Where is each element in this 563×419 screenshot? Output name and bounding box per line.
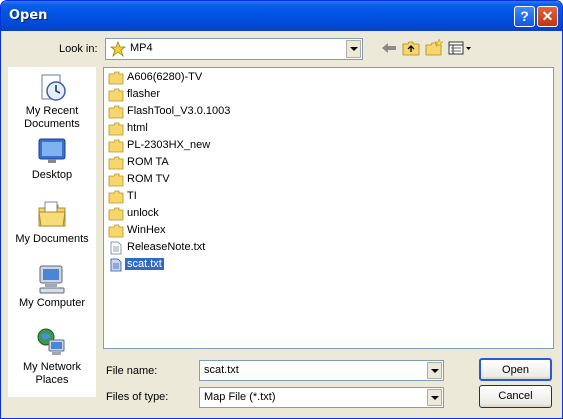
place-label: My Recent Documents [24, 105, 80, 130]
desktop-icon [38, 138, 66, 163]
file-type-select[interactable]: Map File (*.txt) [199, 387, 444, 408]
folder-icon [108, 105, 124, 119]
title-bar[interactable]: Open ? ✕ [1, 1, 562, 31]
file-name: FlashTool_V3.0.1003 [127, 105, 231, 117]
file-type-label: Files of type: [106, 391, 169, 403]
file-name: A606(6280)-TV [127, 71, 203, 83]
file-name: ROM TV [127, 173, 170, 185]
file-name-label: File name: [106, 365, 158, 377]
open-dialog: Open ? ✕ Look in: MP4 My Recent Document… [0, 0, 563, 419]
my-computer-icon [39, 265, 65, 294]
folder-icon [108, 190, 124, 204]
place-label: Desktop [31, 169, 73, 181]
file-name: ReleaseNote.txt [127, 241, 206, 253]
folder-icon [108, 173, 124, 187]
file-name: scat.txt [125, 258, 164, 270]
view-menu-icon[interactable] [447, 38, 473, 58]
file-name: PL-2303HX_new [127, 139, 211, 151]
file-name: ROM TA [127, 156, 169, 168]
new-folder-icon[interactable] [424, 38, 444, 58]
my-documents-icon [38, 201, 66, 227]
place-my-computer[interactable]: My Computer [8, 261, 96, 325]
file-name-input[interactable]: scat.txt [199, 360, 444, 381]
dialog-title: Open [9, 8, 48, 23]
folder-icon [108, 88, 124, 102]
look-in-combo[interactable]: MP4 [105, 38, 363, 60]
file-name: flasher [127, 88, 161, 100]
folder-icon [108, 122, 124, 136]
network-places-icon [37, 328, 65, 355]
place-label: My Network Places [22, 361, 82, 386]
file-list[interactable]: A606(6280)-TV flasher FlashTool_V3.0.100… [103, 67, 554, 349]
look-in-dropdown-arrow[interactable] [346, 40, 361, 58]
up-folder-icon[interactable] [401, 38, 421, 58]
recent-documents-icon [41, 74, 66, 101]
help-button[interactable]: ? [514, 6, 535, 27]
place-my-network-places[interactable]: My Network Places [8, 325, 96, 389]
text-file-icon [110, 241, 122, 255]
cancel-button[interactable]: Cancel [479, 385, 552, 408]
file-name: TI [127, 190, 137, 202]
open-button[interactable]: Open [479, 358, 552, 381]
file-name: html [127, 122, 148, 134]
file-type-value: Map File (*.txt) [204, 391, 276, 403]
place-my-recent-documents[interactable]: My Recent Documents [8, 69, 96, 133]
file-name-dropdown-arrow[interactable] [427, 362, 442, 379]
file-name: WinHex [127, 224, 166, 236]
star-folder-icon [110, 41, 126, 57]
back-arrow-icon[interactable] [379, 38, 399, 58]
file-type-dropdown-arrow[interactable] [427, 389, 442, 406]
place-desktop[interactable]: Desktop [8, 133, 96, 197]
place-my-documents[interactable]: My Documents [8, 197, 96, 261]
text-file-icon [110, 258, 122, 272]
file-name: unlock [127, 207, 159, 219]
place-label: My Documents [15, 233, 89, 245]
folder-icon [108, 139, 124, 153]
look-in-value: MP4 [130, 42, 153, 54]
look-in-label: Look in: [59, 43, 98, 55]
folder-icon [108, 71, 124, 85]
file-name-value: scat.txt [204, 364, 239, 376]
place-label: My Computer [18, 297, 86, 309]
close-button[interactable]: ✕ [537, 6, 558, 27]
places-bar: My Recent Documents Desktop My Documents [8, 67, 96, 397]
folder-icon [108, 156, 124, 170]
folder-icon [108, 224, 124, 238]
folder-icon [108, 207, 124, 221]
